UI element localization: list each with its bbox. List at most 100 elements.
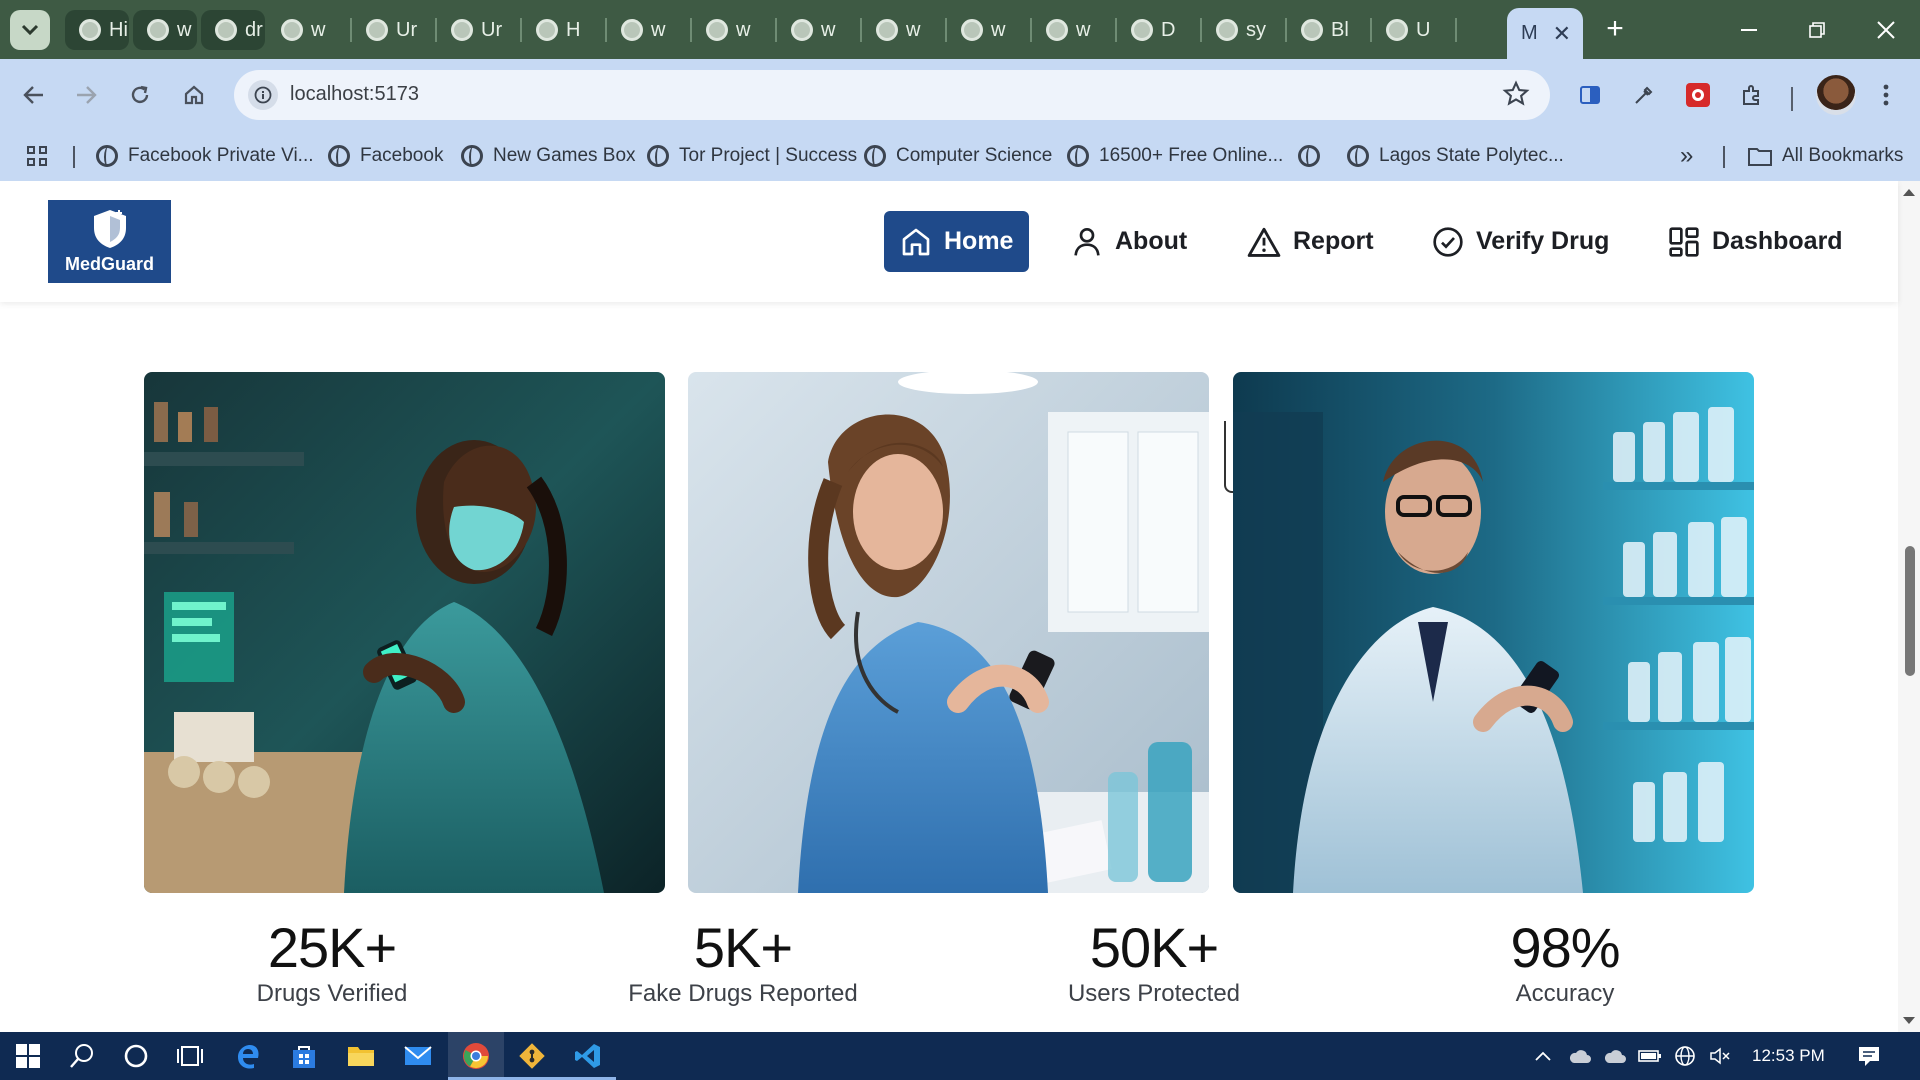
browser-tab[interactable]: w: [267, 8, 352, 52]
onedrive-cloud-icon[interactable]: [1567, 1044, 1593, 1068]
browser-tab[interactable]: H: [522, 8, 607, 52]
site-logo[interactable]: MedGuard: [48, 200, 171, 283]
reload-button[interactable]: [120, 75, 160, 115]
mail-app[interactable]: [390, 1032, 446, 1080]
bookmarks-overflow-button[interactable]: »: [1680, 139, 1693, 173]
close-window-button[interactable]: [1852, 0, 1920, 59]
file-explorer-app[interactable]: [333, 1032, 389, 1080]
browser-tab[interactable]: sy: [1202, 8, 1287, 52]
tab-favicon-icon: [1216, 19, 1238, 41]
browser-tab[interactable]: w: [1032, 8, 1117, 52]
nav-about[interactable]: About: [1055, 211, 1203, 272]
browser-tab[interactable]: dr: [201, 10, 265, 50]
warning-triangle-icon: [1247, 227, 1281, 257]
minimize-button[interactable]: [1715, 0, 1783, 59]
bookmark-item[interactable]: New Games Box: [461, 139, 636, 173]
nav-home[interactable]: Home: [884, 211, 1030, 272]
all-bookmarks-button[interactable]: All Bookmarks: [1748, 139, 1903, 173]
scroll-down-arrow-icon[interactable]: [1903, 1017, 1915, 1024]
active-tab[interactable]: M ✕: [1507, 8, 1583, 59]
reading-mode-icon[interactable]: [1570, 75, 1610, 115]
address-bar[interactable]: localhost:5173: [234, 70, 1550, 120]
page-scrollbar[interactable]: [1898, 181, 1920, 1032]
nav-report[interactable]: Report: [1231, 211, 1390, 272]
restore-icon: [1809, 21, 1825, 38]
bookmark-item[interactable]: Computer Science: [864, 139, 1052, 173]
hero-image-pharmacist-shelves: [1233, 372, 1754, 893]
browser-tab[interactable]: Bl: [1287, 8, 1372, 52]
browser-tab[interactable]: w: [607, 8, 692, 52]
mail-icon: [404, 1046, 432, 1065]
battery-icon[interactable]: [1637, 1044, 1663, 1068]
bookmark-item[interactable]: [1298, 139, 1330, 173]
volume-muted-icon[interactable]: [1707, 1044, 1733, 1068]
browser-tab[interactable]: w: [862, 8, 947, 52]
bookmark-item[interactable]: Tor Project | Success: [647, 139, 857, 173]
cortana-button[interactable]: [108, 1032, 164, 1080]
globe-icon: [96, 145, 118, 167]
git-icon: [519, 1043, 545, 1069]
network-globe-icon[interactable]: [1672, 1044, 1698, 1068]
tab-favicon-icon: [791, 19, 813, 41]
task-view-button[interactable]: [162, 1032, 218, 1080]
browser-tab[interactable]: w: [692, 8, 777, 52]
browser-tab[interactable]: w: [947, 8, 1032, 52]
forward-button[interactable]: [66, 75, 106, 115]
browser-tab[interactable]: w: [777, 8, 862, 52]
dashboard-icon: [1669, 226, 1699, 257]
browser-tab[interactable]: Ur: [437, 8, 522, 52]
web-page: MedGuard Home About Report Verify Drug D…: [0, 181, 1920, 1032]
url-text[interactable]: localhost:5173: [290, 83, 419, 106]
site-info-icon[interactable]: [248, 80, 278, 110]
apps-grid-icon[interactable]: [26, 139, 48, 173]
profile-avatar[interactable]: [1816, 75, 1856, 115]
bookmarks-bar: Facebook Private Vi... Facebook New Game…: [0, 131, 1920, 181]
nav-verify-drug[interactable]: Verify Drug: [1416, 211, 1625, 272]
vscode-app[interactable]: [560, 1032, 616, 1080]
notification-icon[interactable]: [1856, 1044, 1882, 1068]
folder-icon: [348, 1047, 374, 1066]
globe-icon: [1347, 145, 1369, 167]
scroll-up-arrow-icon[interactable]: [1903, 189, 1915, 196]
git-app[interactable]: [504, 1032, 560, 1080]
extension-red-icon[interactable]: [1678, 75, 1718, 115]
eyedropper-icon[interactable]: [1624, 75, 1664, 115]
system-clock[interactable]: 12:53 PM: [1752, 1046, 1825, 1066]
user-icon: [1074, 227, 1100, 256]
browser-tab[interactable]: U: [1372, 8, 1457, 52]
menu-kebab-icon[interactable]: [1866, 75, 1906, 115]
browser-tab[interactable]: w: [133, 10, 197, 50]
store-app[interactable]: [276, 1032, 332, 1080]
search-button[interactable]: [54, 1032, 110, 1080]
tray-overflow-chevron-icon[interactable]: [1530, 1044, 1556, 1068]
search-icon: [70, 1044, 93, 1068]
browser-tab[interactable]: Hi: [65, 10, 129, 50]
bookmark-item[interactable]: Facebook Private Vi...: [96, 139, 314, 173]
new-tab-button[interactable]: +: [1597, 12, 1633, 48]
shield-logo-icon: [93, 210, 126, 248]
bookmark-item[interactable]: Facebook: [328, 139, 443, 173]
restore-button[interactable]: [1783, 0, 1851, 59]
reload-icon: [131, 85, 149, 104]
scroll-thumb[interactable]: [1905, 546, 1915, 676]
browser-tab[interactable]: D: [1117, 8, 1202, 52]
close-icon[interactable]: ✕: [1553, 21, 1571, 47]
chrome-app[interactable]: [448, 1032, 504, 1080]
globe-icon: [647, 145, 669, 167]
bookmark-item[interactable]: 16500+ Free Online...: [1067, 139, 1283, 173]
bookmark-star-icon[interactable]: [1502, 80, 1530, 113]
tab-search-button[interactable]: [10, 10, 50, 50]
onedrive-cloud-icon[interactable]: [1602, 1044, 1628, 1068]
tab-title: w: [821, 18, 836, 41]
nav-dashboard[interactable]: Dashboard: [1652, 211, 1859, 272]
stat-value: 50K+: [1089, 916, 1219, 979]
edge-app[interactable]: [220, 1032, 276, 1080]
bookmark-item[interactable]: Lagos State Polytec...: [1347, 139, 1564, 173]
start-button[interactable]: [0, 1032, 56, 1080]
back-button[interactable]: [14, 75, 54, 115]
browser-tab[interactable]: Ur: [352, 8, 437, 52]
stat-value: 25K+: [267, 916, 397, 979]
extensions-puzzle-icon[interactable]: [1732, 75, 1772, 115]
stat-label: Accuracy: [1515, 980, 1615, 1007]
home-button[interactable]: [174, 75, 214, 115]
